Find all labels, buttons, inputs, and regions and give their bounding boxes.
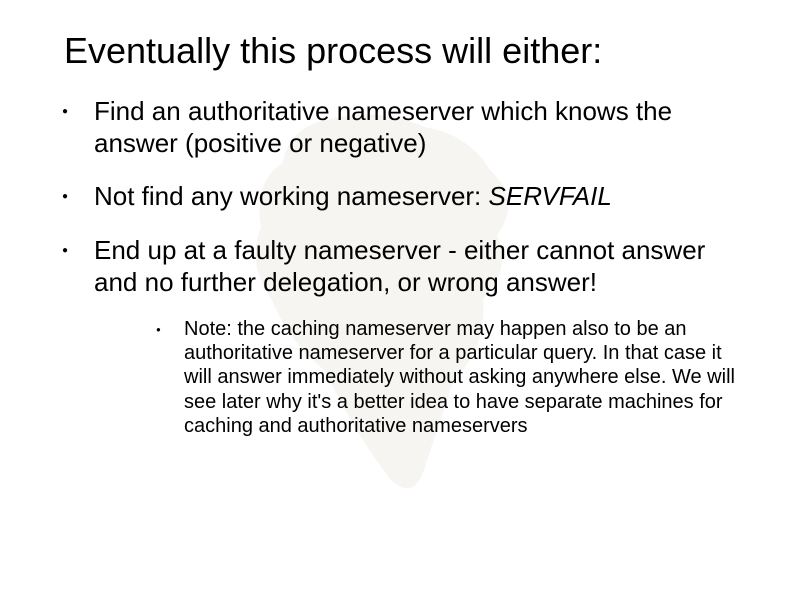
slide-title: Eventually this process will either: bbox=[0, 0, 794, 72]
bullet-item-3: End up at a faulty nameserver - either c… bbox=[50, 235, 744, 460]
bullet-2-text: Not find any working nameserver: bbox=[94, 181, 489, 211]
bullet-3-text: End up at a faulty nameserver - either c… bbox=[94, 235, 705, 297]
bullet-list: Find an authoritative nameserver which k… bbox=[0, 96, 794, 461]
bullet-1-text: Find an authoritative nameserver which k… bbox=[94, 96, 672, 158]
bullet-item-2: Not find any working nameserver: SERVFAI… bbox=[50, 181, 744, 235]
sub-bullet-1-text: Note: the caching nameserver may happen … bbox=[184, 318, 735, 438]
slide: Eventually this process will either: Fin… bbox=[0, 0, 794, 595]
sub-bullet-list: Note: the caching nameserver may happen … bbox=[94, 317, 744, 439]
sub-bullet-item-1: Note: the caching nameserver may happen … bbox=[150, 317, 744, 439]
bullet-item-1: Find an authoritative nameserver which k… bbox=[50, 96, 744, 181]
bullet-2-em: SERVFAIL bbox=[489, 181, 612, 211]
